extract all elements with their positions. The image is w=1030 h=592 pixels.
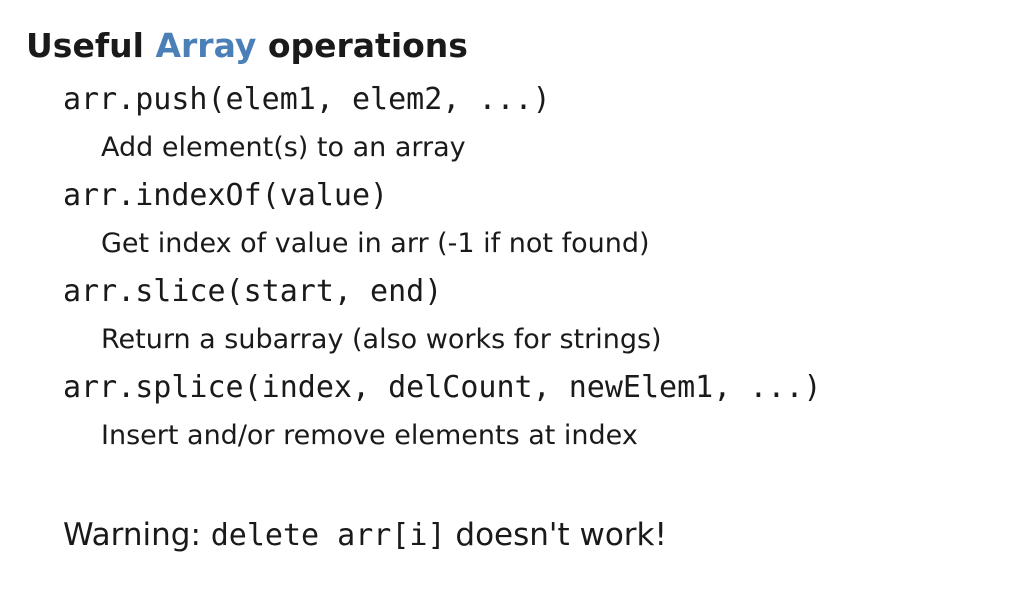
warning-suffix: doesn't work! [445, 517, 667, 553]
operation-signature-splice: arr.splice(index, delCount, newElem1, ..… [63, 370, 822, 405]
operation-description-slice: Return a subarray (also works for string… [101, 324, 662, 355]
warning-prefix: Warning: [63, 517, 211, 553]
title-suffix: operations [256, 26, 468, 65]
operation-signature-push: arr.push(elem1, elem2, ...) [63, 82, 551, 117]
warning-text: Warning: delete arr[i] doesn't work! [63, 514, 667, 557]
warning-code: delete arr[i] [210, 518, 446, 553]
operation-signature-indexof: arr.indexOf(value) [63, 178, 389, 213]
title-highlight: Array [155, 26, 257, 65]
operation-description-splice: Insert and/or remove elements at index [101, 420, 638, 451]
operation-signature-slice: arr.slice(start, end) [63, 274, 443, 309]
operation-description-indexof: Get index of value in arr (-1 if not fou… [101, 228, 650, 259]
operation-description-push: Add element(s) to an array [101, 132, 466, 163]
page-title: Useful Array operations [26, 24, 468, 68]
title-prefix: Useful [26, 26, 156, 65]
